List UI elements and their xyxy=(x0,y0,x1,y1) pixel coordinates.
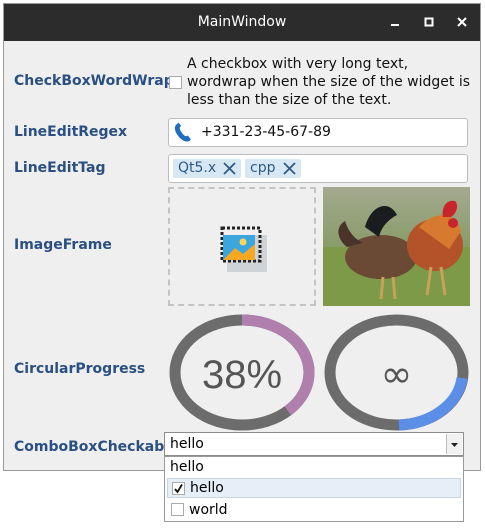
title-bar: MainWindow xyxy=(4,4,480,41)
wordwrap-checkbox[interactable] xyxy=(169,76,182,89)
combo-option-checkbox[interactable] xyxy=(172,482,185,495)
tag-chip[interactable]: cpp xyxy=(245,159,301,178)
combo-option[interactable]: hello xyxy=(167,478,461,498)
tag-line-edit[interactable]: Qt5.x cpp xyxy=(168,154,468,183)
combobox-dropdown-button[interactable] xyxy=(446,434,462,454)
combo-option[interactable]: world xyxy=(165,500,463,520)
circular-progress-38: 38% xyxy=(169,314,315,431)
progress-text-busy: ∞ xyxy=(381,352,413,396)
maximize-icon[interactable] xyxy=(421,14,437,30)
checkmark-icon xyxy=(174,484,183,494)
image-frame-label: ImageFrame xyxy=(14,237,112,253)
close-icon[interactable] xyxy=(454,14,470,30)
tag-label: cpp xyxy=(250,160,276,176)
chevron-down-icon xyxy=(451,443,458,447)
combo-option-label: hello xyxy=(190,480,224,496)
combobox-popup: hello hello world xyxy=(164,456,464,522)
circular-progress-label: CircularProgress xyxy=(14,361,146,377)
lineedit-regex-label: LineEditRegex xyxy=(14,124,128,140)
progress-text-38: 38% xyxy=(202,353,282,397)
lineedit-tag-label: LineEditTag xyxy=(14,160,106,176)
tag-remove-icon[interactable] xyxy=(282,161,297,176)
combo-option-label: hello xyxy=(170,459,204,475)
image-placeholder-icon xyxy=(220,226,267,272)
tag-label: Qt5.x xyxy=(178,160,217,176)
minimize-icon[interactable] xyxy=(387,14,403,30)
regex-line-edit[interactable]: +331-23-45-67-89 xyxy=(168,118,468,147)
regex-value: +331-23-45-67-89 xyxy=(201,124,331,140)
tag-remove-icon[interactable] xyxy=(222,161,237,176)
image-drop-frame[interactable] xyxy=(168,187,316,306)
combobox-value: hello xyxy=(170,436,204,452)
checkable-combobox[interactable]: hello xyxy=(164,432,464,456)
tag-chip[interactable]: Qt5.x xyxy=(173,159,241,178)
combobox-checkable-label: ComboBoxCheckable xyxy=(14,439,179,455)
phone-icon xyxy=(174,122,191,142)
window-title: MainWindow xyxy=(197,14,287,30)
checkbox-wordwrap-label: CheckBoxWordWrap xyxy=(14,73,174,89)
wordwrap-checkbox-text[interactable]: A checkbox with very long text, wordwrap… xyxy=(187,55,477,109)
combo-option[interactable]: hello xyxy=(165,457,463,477)
rooster-image xyxy=(323,187,470,306)
main-window: MainWindow CheckBoxWordWrap A checkbox w… xyxy=(3,3,481,471)
combo-option-checkbox[interactable] xyxy=(171,503,184,516)
combo-option-label: world xyxy=(189,502,228,518)
circular-progress-indeterminate: ∞ xyxy=(324,314,469,431)
